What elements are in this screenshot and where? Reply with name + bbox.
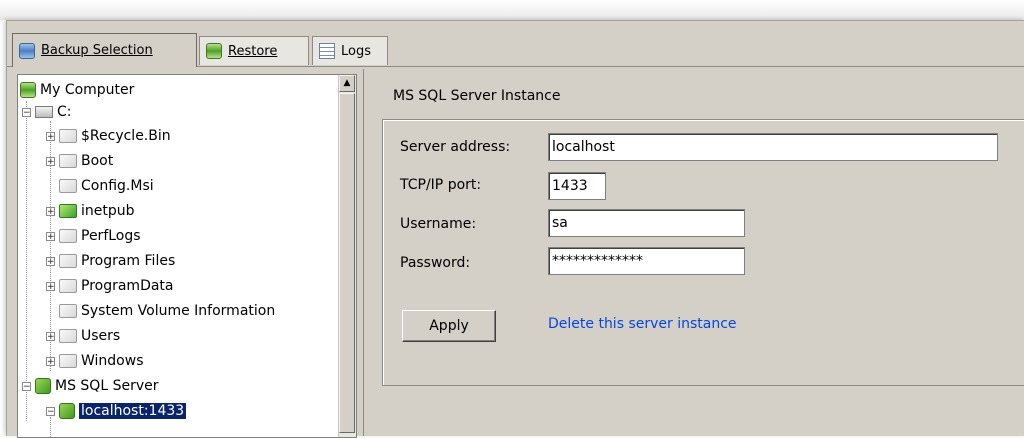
folder-icon — [59, 304, 77, 318]
tree-label: Config.Msi — [81, 178, 154, 194]
folder-icon — [59, 254, 77, 268]
tree-item-ms-sql-server[interactable]: − MS SQL Server — [22, 375, 158, 397]
folder-icon — [59, 329, 77, 343]
expand-icon[interactable]: + — [46, 206, 55, 216]
tree-item-folder[interactable]: + PerfLogs — [46, 225, 141, 247]
folder-icon — [59, 229, 77, 243]
tree-item-my-computer[interactable]: My Computer — [20, 79, 134, 101]
tree-label: inetpub — [81, 203, 135, 219]
group-title: MS SQL Server Instance — [390, 88, 564, 104]
port-field[interactable] — [548, 172, 606, 200]
username-label: Username: — [400, 216, 477, 232]
tree-guide — [26, 101, 27, 421]
collapse-icon[interactable]: − — [22, 107, 31, 117]
collapse-icon[interactable]: − — [46, 406, 55, 416]
server-address-field[interactable] — [548, 133, 998, 161]
folder-checked-icon — [59, 204, 77, 218]
tab-label: Logs — [341, 43, 371, 59]
tree-item-folder[interactable]: + $Recycle.Bin — [46, 125, 171, 147]
drive-icon — [35, 106, 53, 118]
expand-icon[interactable]: + — [46, 231, 55, 241]
tree-label: Boot — [81, 153, 114, 169]
expand-icon[interactable]: + — [46, 331, 55, 341]
expand-icon[interactable]: + — [46, 356, 55, 366]
tree-label-selected: localhost:1433 — [77, 402, 188, 420]
tab-strip: Backup Selection Restore Logs — [7, 21, 1024, 69]
tree-label: Windows — [81, 353, 144, 369]
password-label: Password: — [400, 255, 471, 271]
tree-scrollbar[interactable]: ▲ — [338, 75, 356, 437]
tree-item-sql-instance[interactable]: − localhost:1433 — [46, 400, 188, 422]
tree-item-folder[interactable]: + Program Files — [46, 250, 175, 272]
database-green-icon — [206, 43, 222, 59]
server-address-label: Server address: — [400, 139, 511, 155]
folder-icon — [59, 179, 77, 193]
window-shadow — [0, 0, 1024, 20]
puzzle-icon — [59, 403, 75, 419]
folder-icon — [59, 279, 77, 293]
database-icon — [19, 42, 35, 59]
username-field[interactable] — [548, 209, 745, 237]
collapse-icon[interactable]: − — [22, 381, 31, 391]
tree-label: ProgramData — [81, 278, 174, 294]
expand-icon[interactable]: + — [46, 156, 55, 166]
tab-label: Restore — [228, 43, 278, 59]
folder-icon — [59, 354, 77, 368]
tree-item-folder[interactable]: System Volume Information — [46, 300, 275, 322]
app-window: Backup Selection Restore Logs My Compute… — [6, 20, 1024, 438]
tree-label: System Volume Information — [81, 303, 276, 319]
tree-label: $Recycle.Bin — [81, 128, 171, 144]
expand-icon[interactable]: + — [46, 131, 55, 141]
log-icon — [319, 43, 335, 59]
expand-icon[interactable]: + — [46, 256, 55, 266]
tree-item-folder[interactable]: + ProgramData — [46, 275, 174, 297]
tree-label: MS SQL Server — [55, 378, 159, 394]
puzzle-icon — [35, 378, 51, 394]
port-label: TCP/IP port: — [400, 177, 482, 193]
tab-logs[interactable]: Logs — [312, 36, 388, 65]
scroll-thumb[interactable] — [339, 93, 355, 433]
folder-icon — [59, 129, 77, 143]
tree-label: PerfLogs — [81, 228, 141, 244]
tree-label: My Computer — [40, 82, 135, 98]
scroll-up-icon[interactable]: ▲ — [339, 75, 355, 92]
apply-button[interactable]: Apply — [402, 310, 496, 342]
folder-icon — [59, 154, 77, 168]
tab-backup-selection[interactable]: Backup Selection — [12, 33, 197, 67]
delete-instance-link[interactable]: Delete this server instance — [548, 316, 737, 332]
tree-item-folder[interactable]: Config.Msi — [46, 175, 154, 197]
tree-label: C: — [57, 104, 72, 120]
tree-item-folder[interactable]: + inetpub — [46, 200, 135, 222]
tree-item-drive-c[interactable]: − C: — [22, 101, 72, 123]
tree-item-folder[interactable]: + Boot — [46, 150, 113, 172]
tree-label: Program Files — [81, 253, 176, 269]
expand-icon[interactable]: + — [46, 281, 55, 291]
password-field[interactable] — [548, 247, 745, 275]
tab-restore[interactable]: Restore — [199, 36, 309, 65]
tree-item-folder[interactable]: + Windows — [46, 350, 144, 372]
tree-label: Users — [81, 328, 121, 344]
tab-label: Backup Selection — [41, 43, 153, 58]
file-tree[interactable]: My Computer − C: + $Recycle.Bin + Boot C… — [17, 74, 357, 438]
tree-item-folder[interactable]: + Users — [46, 325, 120, 347]
computer-icon — [20, 82, 36, 98]
